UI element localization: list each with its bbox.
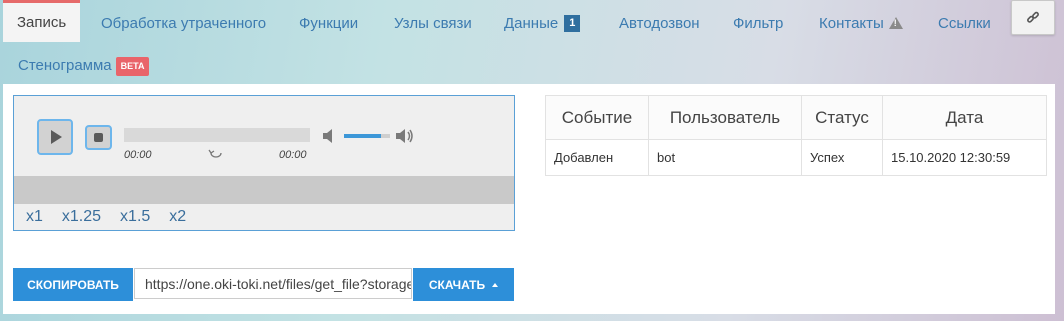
link-icon (1027, 11, 1039, 23)
tab-functions[interactable]: Функции (299, 2, 358, 42)
play-icon (51, 130, 62, 144)
file-url-field[interactable]: https://one.oki-toki.net/files/get_file?… (134, 268, 412, 299)
date-cell: 15.10.2020 12:30:59 (882, 139, 1047, 176)
speed-option[interactable]: x1 (26, 208, 43, 225)
link-button[interactable] (1011, 0, 1055, 35)
speed-option[interactable]: x1.25 (62, 208, 101, 225)
event-cell: Добавлен (545, 139, 649, 176)
mute-icon[interactable] (322, 128, 336, 144)
column-header-date: Дата (882, 95, 1047, 140)
download-button[interactable]: СКАЧАТЬ (413, 268, 514, 301)
current-time: 00:00 (124, 149, 152, 161)
data-count-badge: 1 (564, 15, 581, 32)
seek-bar[interactable] (124, 128, 310, 142)
tab-links[interactable]: Ссылки (938, 2, 991, 42)
speed-options: x1 x1.25 x1.5 x2 (26, 208, 205, 226)
volume-slider[interactable] (344, 134, 390, 138)
volume-fill (344, 134, 381, 138)
tab-data-label: Данные (504, 15, 559, 32)
table-header-row: Событие Пользователь Статус Дата (545, 95, 1047, 140)
table-row: Добавлен bot Успех 15.10.2020 12:30:59 (545, 139, 1047, 176)
column-header-event: Событие (545, 95, 649, 140)
duration-time: 00:00 (279, 149, 307, 161)
user-cell: bot (648, 139, 802, 176)
warning-icon (888, 17, 903, 29)
player-status-bar (14, 176, 514, 204)
download-label: СКАЧАТЬ (428, 277, 486, 292)
column-header-user: Пользователь (648, 95, 802, 140)
tab-nodes[interactable]: Узлы связи (394, 2, 472, 42)
audio-player: 00:00 00:00 x1 x1.25 x1.5 x2 (13, 95, 515, 231)
tab-lost-processing[interactable]: Обработка утраченного (101, 2, 266, 42)
stop-icon (94, 133, 103, 142)
tab-contacts[interactable]: Контакты (819, 2, 903, 42)
copy-button[interactable]: СКОПИРОВАТЬ (13, 268, 133, 301)
volume-max-icon[interactable] (395, 127, 415, 145)
tab-bar: Запись Обработка утраченного Функции Узл… (0, 0, 1064, 84)
tab-contacts-label: Контакты (819, 15, 884, 32)
speed-option[interactable]: x1.5 (120, 208, 150, 225)
tab-transcript-label: Стенограмма (18, 57, 112, 74)
column-header-status: Статус (801, 95, 883, 140)
events-table: Событие Пользователь Статус Дата Добавле… (545, 95, 1047, 176)
tab-data[interactable]: Данные 1 (504, 2, 581, 42)
tab-filter[interactable]: Фильтр (733, 2, 783, 42)
status-cell: Успех (801, 139, 883, 176)
tab-record[interactable]: Запись (3, 0, 81, 42)
play-button[interactable] (37, 119, 73, 155)
stop-button[interactable] (85, 125, 112, 150)
repeat-icon[interactable] (207, 148, 225, 162)
beta-badge: BETA (115, 57, 150, 76)
speed-option[interactable]: x2 (169, 208, 186, 225)
tab-autodial[interactable]: Автодозвон (619, 2, 700, 42)
tab-transcript[interactable]: Стенограмма BETA (18, 44, 150, 84)
caret-up-icon (492, 282, 499, 287)
